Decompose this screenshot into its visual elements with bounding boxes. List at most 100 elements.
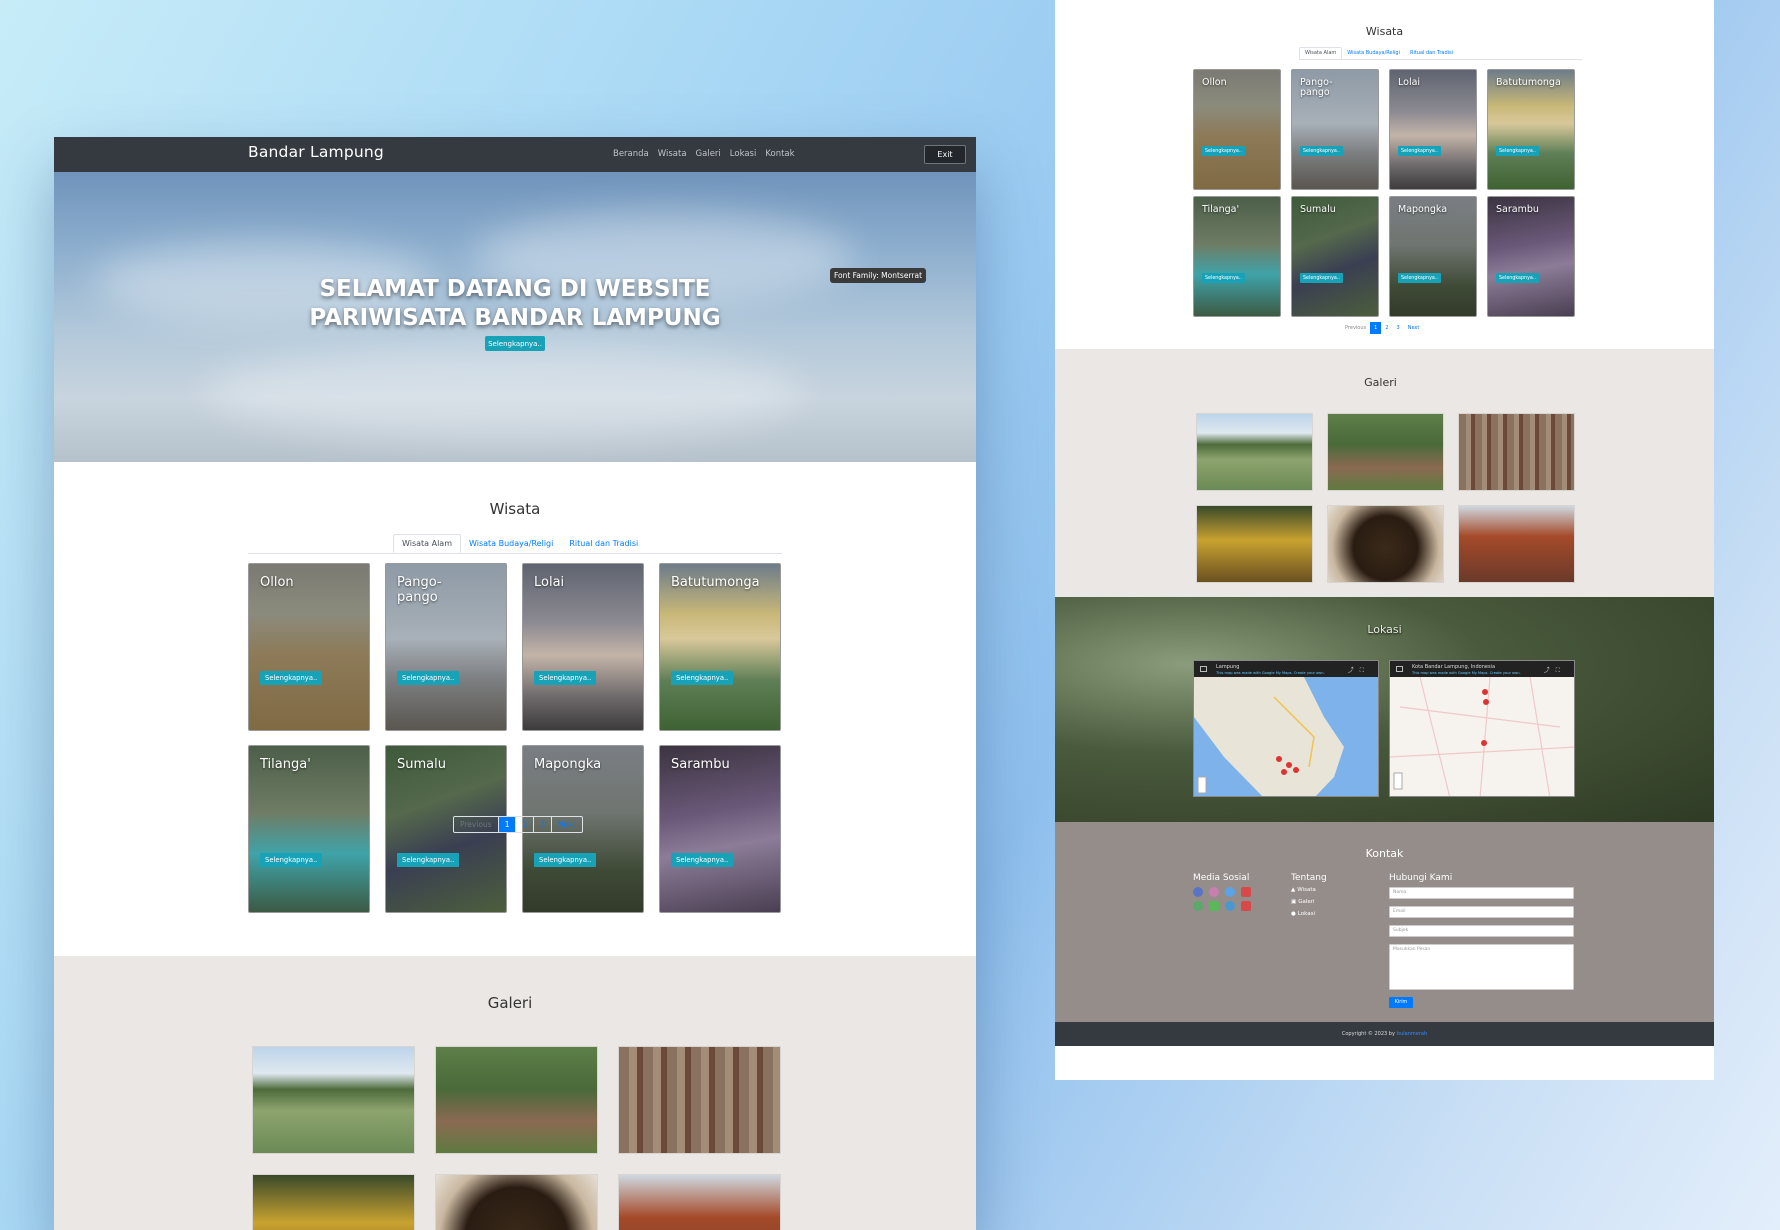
pager-page-3[interactable]: 3 (534, 817, 553, 832)
wisata-card[interactable]: Sumalu Selengkapnya.. (1291, 196, 1379, 317)
card-more-button[interactable]: Selengkapnya.. (1496, 273, 1539, 283)
whatsapp-icon[interactable] (1193, 901, 1203, 911)
wisata-card[interactable]: Batutumonga Selengkapnya.. (1487, 69, 1575, 190)
hero-more-button[interactable]: Selengkapnya.. (485, 336, 545, 351)
pager-next[interactable]: Next (552, 817, 581, 832)
map-kota-bandar-lampung[interactable]: Kota Bandar Lampung, Indonesia This map … (1389, 660, 1575, 797)
nama-field[interactable]: Nama (1389, 887, 1574, 899)
tentang-link-lokasi[interactable]: ● Lokasi (1291, 911, 1327, 917)
wisata-card[interactable]: Pango-pango Selengkapnya.. (385, 563, 507, 731)
tab-wisata-alam[interactable]: Wisata Alam (1299, 47, 1343, 59)
email-field[interactable]: Email (1389, 906, 1574, 918)
nav-lokasi[interactable]: Lokasi (730, 149, 757, 159)
galeri-photo[interactable] (1458, 413, 1575, 491)
tentang-link-wisata[interactable]: ▲ Wisata (1291, 887, 1327, 893)
wisata-card[interactable]: Pango-pango Selengkapnya.. (1291, 69, 1379, 190)
card-title: Mapongka (534, 757, 602, 772)
pager-next[interactable]: Next (1404, 322, 1424, 334)
email-icon[interactable] (1241, 901, 1251, 911)
subjek-field[interactable]: Subjek (1389, 925, 1574, 937)
card-title: Mapongka (1398, 204, 1448, 215)
card-more-button[interactable]: Selengkapnya.. (1398, 146, 1441, 156)
galeri-photo[interactable] (1196, 413, 1313, 491)
wisata-card[interactable]: Sarambu Selengkapnya.. (659, 745, 781, 913)
card-more-button[interactable]: Selengkapnya.. (1202, 273, 1245, 283)
pesan-textarea[interactable]: Masukkan Pesan (1389, 944, 1574, 990)
card-more-button[interactable]: Selengkapnya.. (671, 853, 734, 867)
wisata-card[interactable]: Ollon Selengkapnya.. (1193, 69, 1281, 190)
galeri-photo[interactable] (252, 1174, 415, 1230)
instagram-icon[interactable] (1209, 887, 1219, 897)
galeri-photo[interactable] (618, 1046, 781, 1154)
wisata-card[interactable]: Ollon Selengkapnya.. (248, 563, 370, 731)
tab-wisata-budaya[interactable]: Wisata Budaya/Religi (1342, 47, 1405, 59)
map-canvas[interactable] (1390, 676, 1575, 797)
wisata-card[interactable]: Tilanga' Selengkapnya.. (248, 745, 370, 913)
card-more-button[interactable]: Selengkapnya.. (260, 671, 323, 685)
nav-beranda[interactable]: Beranda (613, 149, 649, 159)
card-more-button[interactable]: Selengkapnya.. (1398, 273, 1441, 283)
card-more-button[interactable]: Selengkapnya.. (1496, 146, 1539, 156)
card-more-button[interactable]: Selengkapnya.. (1300, 273, 1343, 283)
tab-wisata-budaya[interactable]: Wisata Budaya/Religi (461, 534, 561, 553)
telegram-icon[interactable] (1225, 901, 1235, 911)
pager-page-2[interactable]: 2 (1381, 322, 1392, 334)
nav-kontak[interactable]: Kontak (765, 149, 794, 159)
author-link[interactable]: bulanmerah (1397, 1031, 1427, 1037)
pager-previous[interactable]: Previous (1341, 322, 1370, 334)
tentang-link-galeri[interactable]: ▣ Galeri (1291, 899, 1327, 905)
share-fullscreen-icon[interactable]: ⤴⛶ (1348, 665, 1370, 675)
galeri-photo[interactable] (1327, 413, 1444, 491)
galeri-photo[interactable] (435, 1174, 598, 1230)
wisata-card[interactable]: Sarambu Selengkapnya.. (1487, 196, 1575, 317)
card-more-button[interactable]: Selengkapnya.. (534, 671, 597, 685)
tab-wisata-alam[interactable]: Wisata Alam (393, 534, 461, 553)
mountain-icon: ▲ (1291, 887, 1296, 893)
twitter-icon[interactable] (1225, 887, 1235, 897)
nav-galeri[interactable]: Galeri (696, 149, 721, 159)
nav-links: Beranda Wisata Galeri Lokasi Kontak (613, 149, 795, 159)
wisata-pagination: Previous 1 2 3 Next (453, 816, 583, 833)
exit-button[interactable]: Exit (924, 145, 966, 164)
card-more-button[interactable]: Selengkapnya.. (260, 853, 323, 867)
map-header: Lampung This map was made with Google My… (1194, 661, 1378, 677)
line-icon[interactable] (1209, 901, 1219, 911)
lokasi-title: Lokasi (1367, 623, 1402, 636)
galeri-photo[interactable] (1196, 505, 1313, 583)
pager-page-1[interactable]: 1 (498, 817, 517, 832)
tab-ritual-tradisi[interactable]: Ritual dan Tradisi (561, 534, 646, 553)
map-menu-icon[interactable] (1200, 666, 1207, 672)
hubungi-heading: Hubungi Kami (1389, 873, 1453, 883)
card-title: Sumalu (397, 757, 446, 772)
galeri-photo[interactable] (1458, 505, 1575, 583)
pager-page-2[interactable]: 2 (516, 817, 535, 832)
map-canvas[interactable] (1194, 677, 1379, 797)
pager-page-1[interactable]: 1 (1370, 322, 1382, 334)
facebook-icon[interactable] (1193, 887, 1203, 897)
kirim-button[interactable]: Kirim (1389, 997, 1413, 1008)
share-fullscreen-icon[interactable]: ⤴⛶ (1544, 665, 1566, 675)
wisata-card[interactable]: Lolai Selengkapnya.. (522, 563, 644, 731)
card-more-button[interactable]: Selengkapnya.. (1300, 146, 1343, 156)
card-more-button[interactable]: Selengkapnya.. (397, 671, 460, 685)
galeri-photo[interactable] (252, 1046, 415, 1154)
wisata-card[interactable]: Batutumonga Selengkapnya.. (659, 563, 781, 731)
pager-page-3[interactable]: 3 (1393, 322, 1404, 334)
galeri-photo[interactable] (618, 1174, 781, 1230)
map-menu-icon[interactable] (1396, 666, 1403, 672)
card-more-button[interactable]: Selengkapnya.. (397, 853, 460, 867)
wisata-card[interactable]: Tilanga' Selengkapnya.. (1193, 196, 1281, 317)
galeri-photo[interactable] (435, 1046, 598, 1154)
brand-logo[interactable]: Bandar Lampung (248, 143, 384, 161)
wisata-card[interactable]: Mapongka Selengkapnya.. (1389, 196, 1477, 317)
tab-ritual-tradisi[interactable]: Ritual dan Tradisi (1405, 47, 1458, 59)
card-more-button[interactable]: Selengkapnya.. (1202, 146, 1245, 156)
nav-wisata[interactable]: Wisata (658, 149, 687, 159)
youtube-icon[interactable] (1241, 887, 1251, 897)
galeri-photo[interactable] (1327, 505, 1444, 583)
card-more-button[interactable]: Selengkapnya.. (671, 671, 734, 685)
wisata-card[interactable]: Lolai Selengkapnya.. (1389, 69, 1477, 190)
pager-previous[interactable]: Previous (454, 817, 499, 832)
card-more-button[interactable]: Selengkapnya.. (534, 853, 597, 867)
map-lampung[interactable]: Lampung This map was made with Google My… (1193, 660, 1379, 797)
